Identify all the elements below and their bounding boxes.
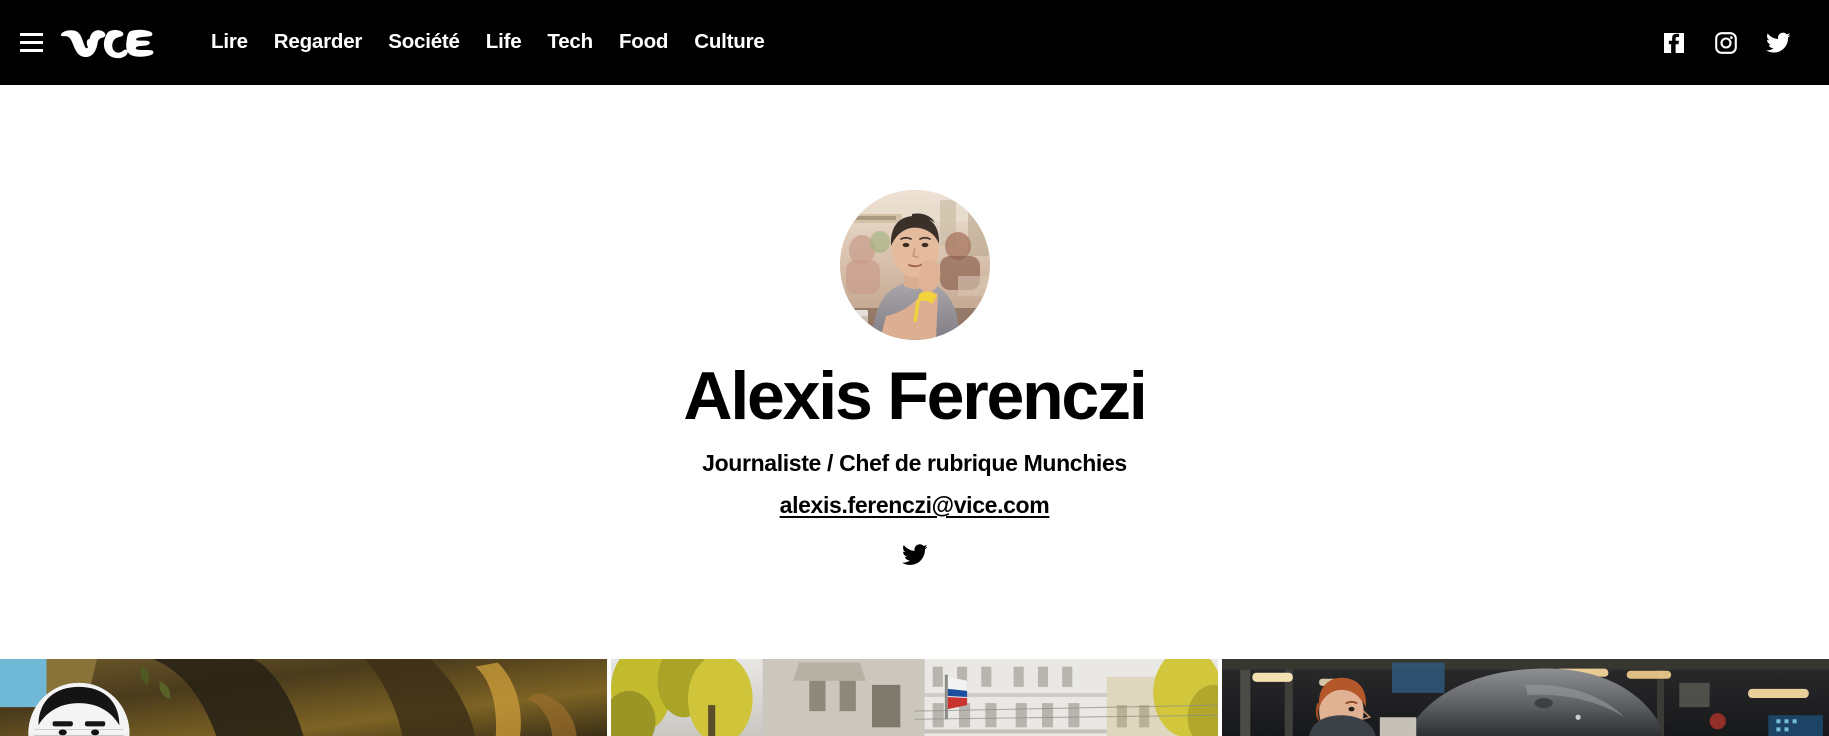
avatar: [839, 190, 990, 340]
nav-item-culture[interactable]: Culture: [681, 26, 777, 59]
author-profile-section: Alexis Ferenczi Journaliste / Chef de ru…: [0, 85, 1829, 659]
hamburger-bar: [19, 41, 43, 44]
site-header: Lire Regarder Société Life Tech Food Cul…: [0, 0, 1829, 85]
vice-logo[interactable]: [58, 21, 162, 65]
nav-item-food[interactable]: Food: [606, 26, 681, 59]
nav-item-tech[interactable]: Tech: [534, 26, 606, 59]
nav-item-lire[interactable]: Lire: [198, 26, 261, 59]
header-social-links: [1661, 30, 1791, 56]
facebook-icon[interactable]: [1661, 30, 1687, 56]
nav-item-life[interactable]: Life: [473, 26, 535, 59]
article-card-industrial-interior[interactable]: [1222, 659, 1829, 736]
hamburger-bar: [19, 33, 43, 36]
page-title: Alexis Ferenczi: [683, 358, 1147, 434]
main-navigation: Lire Regarder Société Life Tech Food Cul…: [198, 26, 1661, 59]
article-card-city-street[interactable]: [611, 659, 1218, 736]
author-email-link[interactable]: alexis.ferenczi@vice.com: [780, 492, 1050, 519]
twitter-icon[interactable]: [901, 543, 928, 567]
hamburger-menu-icon[interactable]: [14, 26, 48, 60]
twitter-icon[interactable]: [1765, 30, 1791, 56]
author-social-links: [901, 543, 928, 567]
nav-item-societe[interactable]: Société: [375, 26, 473, 59]
hamburger-bar: [19, 49, 43, 52]
instagram-icon[interactable]: [1713, 30, 1739, 56]
author-role: Journaliste / Chef de rubrique Munchies: [702, 450, 1127, 477]
nav-item-regarder[interactable]: Regarder: [261, 26, 375, 59]
article-card-painting-portrait[interactable]: [0, 659, 607, 736]
article-teaser-strip: [0, 659, 1829, 736]
